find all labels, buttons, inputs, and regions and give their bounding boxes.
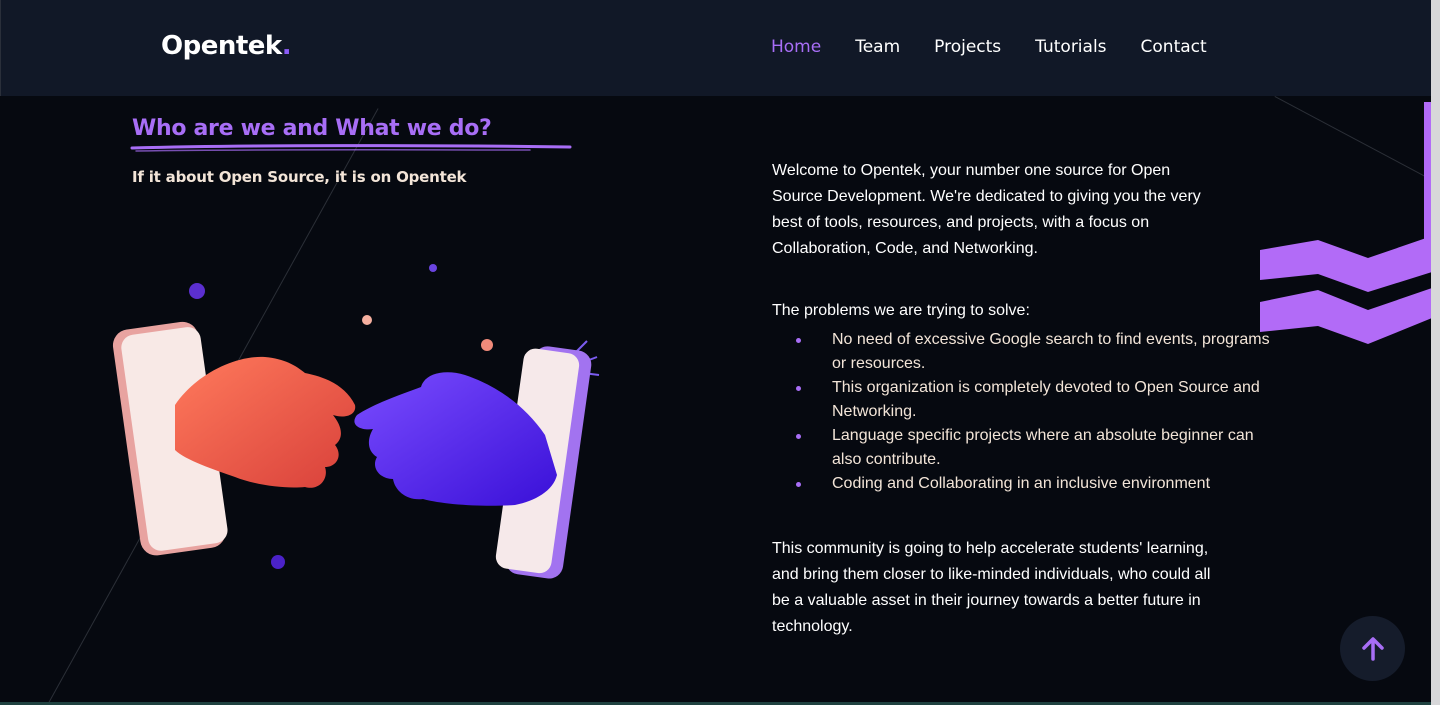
section-subtitle: If it about Open Source, it is on Opente…	[132, 168, 467, 186]
navbar: Opentek. Home Team Projects Tutorials Co…	[0, 0, 1432, 96]
section-title: Who are we and What we do?	[132, 116, 492, 141]
list-item: This organization is completely devoted …	[796, 376, 1278, 424]
brand-logo[interactable]: Opentek.	[161, 31, 292, 61]
brand-name: Opentek	[161, 31, 282, 61]
bullet-icon	[796, 482, 801, 487]
nav-item-projects[interactable]: Projects	[934, 37, 1001, 57]
scroll-to-top-button[interactable]	[1340, 616, 1405, 681]
zigzag-decoration	[1260, 102, 1432, 344]
problem-text: No need of excessive Google search to fi…	[832, 331, 1270, 372]
nav-item-home[interactable]: Home	[771, 37, 821, 57]
floating-dot	[362, 315, 372, 325]
problem-text: Coding and Collaborating in an inclusive…	[832, 475, 1211, 492]
handshake-phones-illustration	[112, 264, 600, 579]
nav-item-tutorials[interactable]: Tutorials	[1035, 37, 1106, 57]
problems-list: No need of excessive Google search to fi…	[796, 328, 1278, 496]
list-item: Language specific projects where an abso…	[796, 424, 1278, 472]
floating-dot	[481, 339, 493, 351]
window-scrollbar-edge	[1431, 0, 1440, 705]
list-item: Coding and Collaborating in an inclusive…	[796, 472, 1278, 496]
problem-text: Language specific projects where an abso…	[832, 427, 1254, 468]
closing-paragraph: This community is going to help accelera…	[772, 540, 1211, 635]
brand-dot: .	[281, 31, 292, 61]
nav-menu: Home Team Projects Tutorials Contact	[771, 37, 1207, 57]
arrow-up-icon	[1361, 636, 1384, 661]
bullet-icon	[796, 338, 801, 343]
nav-item-contact[interactable]: Contact	[1141, 37, 1207, 57]
floating-dot	[189, 283, 205, 299]
nav-item-team[interactable]: Team	[855, 37, 900, 57]
title-underline	[130, 144, 572, 152]
floating-dot	[271, 555, 285, 569]
intro-paragraph: Welcome to Opentek, your number one sour…	[772, 162, 1201, 257]
floating-dot	[429, 264, 437, 272]
list-item: No need of excessive Google search to fi…	[796, 328, 1278, 376]
problem-text: This organization is completely devoted …	[832, 379, 1260, 420]
page: Opentek. Home Team Projects Tutorials Co…	[0, 0, 1440, 705]
bullet-icon	[796, 434, 801, 439]
problems-heading: The problems we are trying to solve:	[772, 302, 1030, 319]
bullet-icon	[796, 386, 801, 391]
